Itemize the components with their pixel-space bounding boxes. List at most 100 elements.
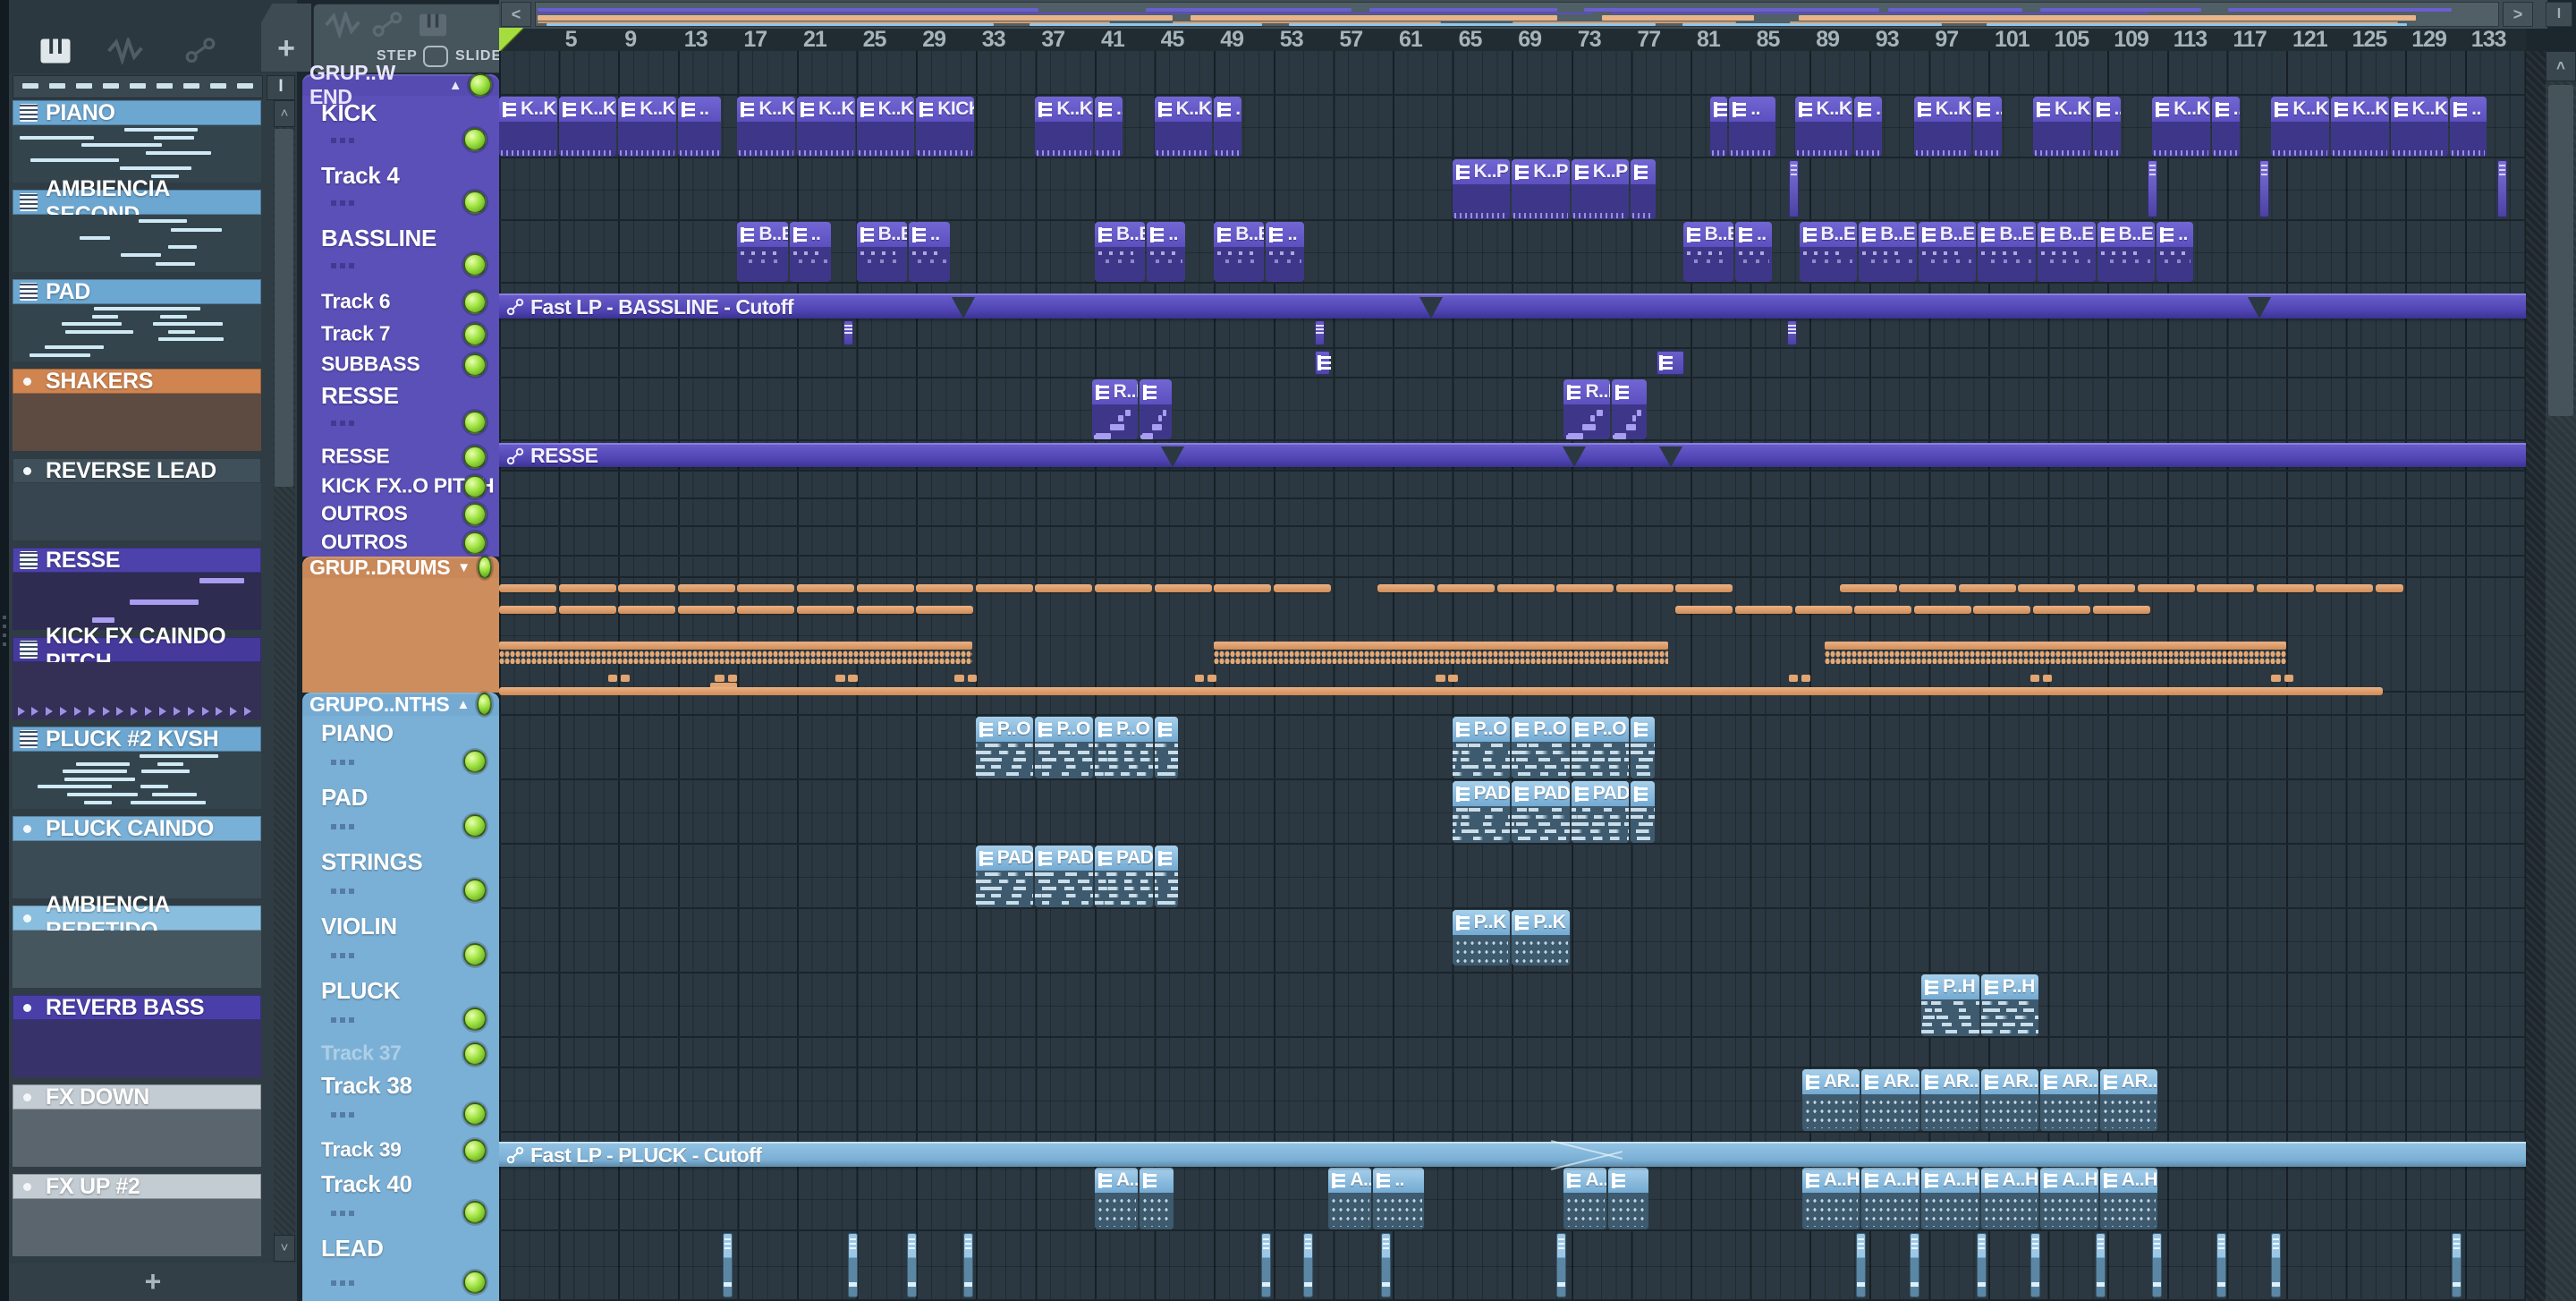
track-mute-led[interactable] [463,814,487,838]
pattern-clip[interactable]: .. [2157,222,2194,282]
drum-merged-clip[interactable] [620,675,630,682]
audio-clip[interactable] [1380,1233,1391,1297]
drum-merged-clip[interactable] [797,584,855,592]
drum-merged-clip[interactable] [1207,675,1217,682]
pattern-name-header[interactable]: PIANO [13,100,261,125]
pattern-clip[interactable]: AR.. [2040,1069,2098,1131]
pattern-name-header[interactable]: PLUCK #2 KVSH [13,727,261,752]
track-header-track40[interactable]: Track 40 [309,1167,499,1231]
drum-merged-clip[interactable] [1556,584,1614,592]
pattern-clip[interactable] [1709,97,1728,157]
pattern-clip[interactable]: A..H [1921,1168,1979,1229]
pattern-clip[interactable]: .. [1147,222,1186,282]
wave-icon[interactable] [325,12,360,38]
drum-merged-clip[interactable] [1913,606,1971,614]
pattern-clip[interactable]: .. [1729,97,1775,157]
audio-clip[interactable] [1788,160,1799,217]
pattern-clip[interactable]: K..K [2271,97,2329,157]
step-dash[interactable] [183,83,199,89]
pattern-clip[interactable]: .. [1973,97,2002,157]
drum-merged-clip[interactable] [797,606,855,614]
pattern-clip[interactable]: A..H [1095,1168,1138,1229]
audio-clip[interactable] [1909,1233,1919,1297]
drum-merged-clip[interactable] [2137,584,2195,592]
pattern-clip[interactable]: P..O [1095,717,1153,778]
timeline-ruler[interactable]: 5 9 13 17 21 25 29 33 37 41 45 49 53 57 61 65 69 73 77 81 85… [499,29,2526,52]
pattern-clip[interactable]: B..E [856,222,907,282]
drum-merged-clip[interactable] [1854,606,1912,614]
pattern-clip[interactable]: K..K [1035,97,1093,157]
pattern-clip[interactable]: .. [1373,1168,1424,1229]
collapse-triangle-icon[interactable]: ▲ [449,78,462,93]
playlist-lane-outros2[interactable] [499,527,2526,557]
drum-merged-clip[interactable] [737,584,795,592]
pattern-clip[interactable]: PAD [1452,781,1511,843]
audio-clip[interactable] [1855,1233,1866,1297]
drum-merged-clip[interactable] [1801,675,1811,682]
track-mute-led[interactable] [463,191,487,214]
slide-icon[interactable] [184,38,216,64]
drum-merged-clip[interactable] [1615,584,1674,592]
automation-clip[interactable]: Fast LP - PLUCK - Cutoff [499,1140,2526,1170]
pattern-name-header[interactable]: AMBIENCIA SECOND [13,176,261,227]
step-dash[interactable] [157,83,173,89]
audio-clip[interactable] [843,320,853,345]
drum-merged-clip[interactable] [499,687,2384,695]
drum-merged-clip[interactable] [677,606,735,614]
drum-merged-clip[interactable] [1377,584,1436,592]
scrollbar-thumb[interactable] [275,129,293,487]
track-group-tab[interactable]: GRUP..W END ▲ [302,61,499,108]
track-mute-led[interactable] [463,1271,487,1294]
drum-merged-clip[interactable] [499,584,557,592]
group-mute-led[interactable] [476,693,492,716]
audio-clip[interactable] [2259,160,2270,217]
drum-merged-clip[interactable] [618,584,676,592]
audio-clip[interactable] [2148,160,2158,217]
pattern-clip[interactable]: B..E [2097,222,2156,282]
track-header-pad[interactable]: PAD [309,780,499,845]
drum-merged-clip[interactable] [835,675,845,682]
pattern-clip[interactable]: .. [2450,97,2487,157]
pattern-name-header[interactable]: AMBIENCIA REPETIDO [13,892,261,943]
pattern-clip[interactable] [1139,379,1173,439]
pattern-name-header[interactable]: SHAKERS [13,369,261,394]
drum-merged-clip[interactable] [1214,642,1668,650]
pattern-clip[interactable]: K..K [2390,97,2449,157]
pattern-clip[interactable]: .. [1734,222,1773,282]
drum-merged-clip[interactable] [954,675,964,682]
pattern-clip[interactable]: AR.. [1801,1069,1860,1131]
drum-merged-clip[interactable] [856,606,914,614]
audio-clip[interactable] [2029,1233,2040,1297]
drum-merged-clip[interactable] [1214,584,1272,592]
drum-merged-clip[interactable] [2271,675,2281,682]
pattern-clip[interactable] [1608,1168,1649,1229]
track-header-kick[interactable]: KICK [309,96,499,158]
pan-right-button[interactable]: > [2503,2,2533,27]
pattern-clip[interactable]: P..O [1512,717,1570,778]
audio-clip[interactable] [1787,320,1798,345]
pattern-clip[interactable]: B..E [2037,222,2096,282]
playlist-lane-outros1[interactable] [499,499,2526,527]
drum-merged-clip[interactable] [558,584,616,592]
pattern-clip[interactable]: B..E [1095,222,1146,282]
pattern-clip[interactable]: .. [2092,97,2121,157]
pattern-clip[interactable]: AR.. [1861,1069,1920,1131]
pattern-clip[interactable]: K..K [1794,97,1853,157]
track-mute-led[interactable] [463,1201,487,1224]
drum-merged-clip[interactable] [607,675,617,682]
drum-merged-clip[interactable] [2284,675,2293,682]
audio-clip[interactable] [1261,1233,1272,1297]
pattern-clip[interactable]: B..E [1682,222,1733,282]
step-dash[interactable] [49,83,65,89]
pattern-name-header[interactable]: REVERSE LEAD [13,458,261,483]
pattern-clip[interactable]: K..K [499,97,557,157]
drum-merged-clip[interactable] [1273,584,1331,592]
playlist-lane-grp_synths_tab[interactable] [499,693,2526,716]
pattern-clip[interactable]: P..H [1921,974,1979,1036]
pattern-clip[interactable]: B..E [1978,222,2036,282]
step-dash[interactable] [22,83,38,89]
automation-clip[interactable]: RESSE [499,443,2526,467]
drum-merged-clip[interactable] [1734,606,1793,614]
drum-merged-clip[interactable] [499,606,557,614]
pattern-clip[interactable]: K..P [1452,159,1511,219]
